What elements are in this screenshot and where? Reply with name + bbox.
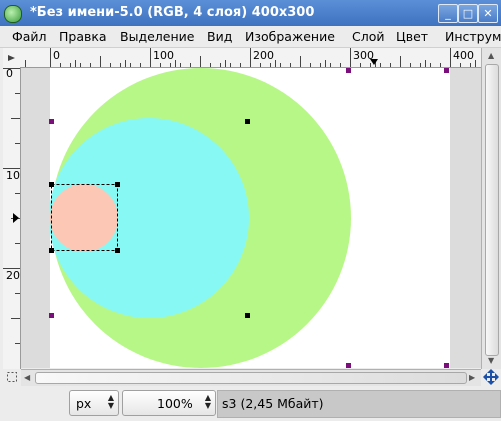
- vertical-scrollbar[interactable]: ▲ ▼: [481, 48, 501, 369]
- zoom-value: 100%: [157, 396, 193, 411]
- unit-value: px: [76, 396, 92, 411]
- menu-image[interactable]: Изображение: [245, 29, 335, 44]
- minimize-button[interactable]: _: [438, 4, 458, 23]
- vertical-ruler-ticks: [3, 68, 20, 344]
- scroll-left-arrow-icon[interactable]: ◀: [24, 373, 30, 382]
- horizontal-scroll-thumb[interactable]: [35, 372, 467, 384]
- title-bar[interactable]: *Без имени-5.0 (RGB, 4 слоя) 400x300 _ □…: [0, 0, 501, 26]
- menu-colors[interactable]: Цвет: [396, 29, 428, 44]
- menu-view[interactable]: Вид: [207, 29, 232, 44]
- combo-arrows-icon: ▲ ▼: [107, 393, 114, 410]
- menu-bar: Файл Правка Выделение Вид Изображение Сл…: [0, 26, 501, 48]
- scroll-right-arrow-icon[interactable]: ▶: [469, 373, 475, 382]
- gimp-app-icon[interactable]: [4, 5, 22, 23]
- vertical-scroll-thumb[interactable]: [485, 64, 499, 356]
- image-canvas[interactable]: [21, 68, 481, 368]
- menu-layer[interactable]: Слой: [352, 29, 385, 44]
- unit-selector[interactable]: px ▲ ▼: [69, 390, 119, 416]
- quick-mask-toggle[interactable]: [4, 369, 20, 385]
- maximize-button[interactable]: □: [458, 4, 478, 23]
- menu-arrow-icon: [8, 55, 15, 61]
- menu-select[interactable]: Выделение: [120, 29, 194, 44]
- h-ruler-label: 400: [453, 49, 474, 62]
- scroll-down-arrow-icon[interactable]: ▼: [488, 356, 494, 365]
- navigate-arrows-icon: [483, 369, 499, 385]
- ruler-corner-button[interactable]: [3, 48, 21, 68]
- pointer-position-marker-icon: [13, 213, 19, 223]
- h-ruler-label: 200: [253, 49, 274, 62]
- close-button[interactable]: ✕: [478, 4, 498, 23]
- combo-arrows-icon: ▲ ▼: [204, 393, 211, 410]
- vertical-ruler[interactable]: 0 100 200: [3, 67, 21, 369]
- v-ruler-label: 200: [6, 269, 20, 282]
- menu-file[interactable]: Файл: [12, 29, 47, 44]
- salmon-circle: [50, 184, 118, 252]
- status-bar: px ▲ ▼ 100% ▲ ▼ s3 (2,45 Мбайт): [0, 386, 501, 421]
- status-message: s3 (2,45 Мбайт): [217, 390, 501, 418]
- h-ruler-label: 300: [353, 49, 374, 62]
- menu-tools[interactable]: Инструм: [445, 29, 501, 44]
- v-ruler-label: 0: [6, 67, 13, 80]
- h-ruler-label: 0: [53, 49, 60, 62]
- menu-edit[interactable]: Правка: [59, 29, 107, 44]
- v-ruler-label: 100: [6, 169, 20, 182]
- horizontal-ruler[interactable]: 0 100 200 300 400: [20, 48, 481, 68]
- window-title: *Без имени-5.0 (RGB, 4 слоя) 400x300: [30, 5, 315, 20]
- horizontal-ruler-ticks: [25, 48, 476, 67]
- h-ruler-label: 100: [153, 49, 174, 62]
- scroll-up-arrow-icon[interactable]: ▲: [488, 51, 494, 60]
- quick-mask-icon: [7, 372, 17, 382]
- canvas-area[interactable]: [21, 68, 481, 368]
- horizontal-scrollbar[interactable]: ◀ ▶: [21, 369, 481, 386]
- zoom-selector[interactable]: 100% ▲ ▼: [122, 390, 216, 416]
- navigate-button[interactable]: [482, 369, 500, 385]
- status-info: s3 (2,45 Мбайт): [222, 396, 324, 411]
